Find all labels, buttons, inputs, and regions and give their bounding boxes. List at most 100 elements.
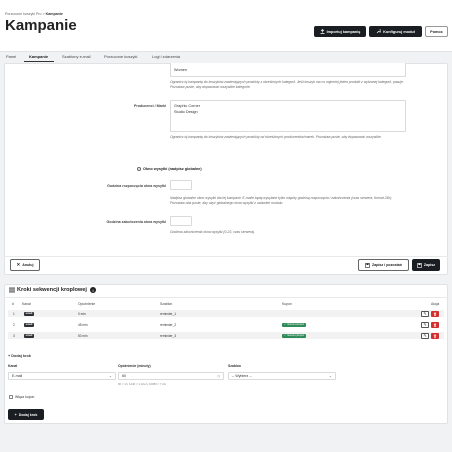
delay-hint: 60 = 1h, 1440 = 1 dzień, 10080 = 7 dni xyxy=(118,382,166,386)
enable-coupon-checkbox[interactable] xyxy=(9,395,13,399)
configure-module-button[interactable]: Konfiguruj moduł xyxy=(369,26,422,37)
enable-coupon-option[interactable]: Włącz kupon xyxy=(9,395,34,399)
channel-badge: email xyxy=(24,322,34,327)
chevron-down-icon: ⌄ xyxy=(328,374,332,378)
upload-icon xyxy=(320,29,325,34)
row-template: reminder_3 xyxy=(160,334,177,338)
table-row xyxy=(8,332,444,339)
clock-icon: ◷ xyxy=(217,374,220,378)
send-window-override-label: Okno wysyłki (nadpisz globalne) xyxy=(143,167,202,171)
pencil-icon: ✎ xyxy=(423,311,427,316)
channel-label: Kanał xyxy=(8,364,18,368)
breadcrumb-current: Kampanie xyxy=(45,12,63,16)
channel-select[interactable]: E-mail ⌄ xyxy=(8,372,116,380)
trash-icon xyxy=(433,333,437,338)
pencil-icon: ✎ xyxy=(423,322,427,327)
row-number: 3 xyxy=(13,334,15,338)
edit-step-button[interactable]: ✎ xyxy=(421,332,429,339)
categories-select[interactable]: Women xyxy=(170,63,406,77)
close-icon: ✕ xyxy=(16,262,21,267)
breadcrumb: Porzucone koszyki Pro > Kampanie xyxy=(5,12,63,16)
drip-sequence-card xyxy=(4,284,448,424)
breadcrumb-separator: > xyxy=(42,12,45,16)
save-and-stay-label: Zapisz i pozostań xyxy=(372,263,402,267)
categories-selected-item: Women xyxy=(174,68,188,72)
radio-button[interactable] xyxy=(137,167,141,171)
import-campaign-label: Importuj kampanię xyxy=(326,29,361,34)
start-hour-input[interactable] xyxy=(170,180,192,190)
coupon-badge-label: Generuj kupon xyxy=(287,323,305,326)
add-step-button[interactable]: + Dodaj krok xyxy=(8,409,44,420)
enable-coupon-label: Włącz kupon xyxy=(15,395,35,399)
end-hour-input[interactable] xyxy=(170,216,192,226)
cancel-label: Anuluj xyxy=(22,263,34,267)
drip-section-title: Kroki sekwencji kroplowej xyxy=(17,287,87,293)
save-and-stay-button[interactable]: Zapisz i pozostań xyxy=(358,259,409,271)
divider xyxy=(4,297,448,298)
tab-campaigns[interactable]: Kampanie xyxy=(29,54,48,59)
save-icon xyxy=(365,262,370,268)
end-hour-help-text: Godzina zakończenia okna wysyłki (0-23, … xyxy=(170,230,256,234)
column-header-number: # xyxy=(12,302,14,306)
edit-step-button[interactable]: ✎ xyxy=(421,321,429,328)
page-header: Porzucone koszyki Pro > Kampanie Kampani… xyxy=(0,0,452,52)
cancel-button[interactable]: ✕ Anuluj xyxy=(10,259,40,271)
help-button[interactable]: Pomoc xyxy=(425,26,448,37)
end-hour-label: Godzina zakończenia okna wysyłki xyxy=(106,220,166,224)
breadcrumb-parent-link[interactable]: Porzucone koszyki Pro xyxy=(5,12,42,16)
save-button[interactable]: Zapisz xyxy=(412,259,440,271)
campaign-form-card xyxy=(4,63,448,275)
row-template: reminder_1 xyxy=(160,312,177,316)
tab-abandoned-carts[interactable]: Porzucone koszyki xyxy=(104,54,137,59)
manufacturer-item: Studio Design xyxy=(174,110,198,114)
delete-step-button[interactable] xyxy=(431,321,439,328)
ticket-icon: ✓ xyxy=(284,323,287,326)
edit-step-button[interactable]: ✎ xyxy=(421,310,429,317)
coupon-badge: ✓ Generuj kupon xyxy=(282,322,307,327)
row-delay: 50 min xyxy=(78,334,88,338)
import-campaign-button[interactable]: Importuj kampanię xyxy=(314,26,366,37)
manufacturers-select[interactable]: Graphic Corner Studio Design xyxy=(170,100,406,132)
row-delay: 45 min xyxy=(78,323,88,327)
delay-label: Opóźnienie (minuty) xyxy=(118,364,151,368)
trash-icon xyxy=(433,311,437,316)
configure-module-label: Konfiguruj moduł xyxy=(383,29,415,34)
plus-icon: + xyxy=(14,412,17,417)
pencil-icon: ✎ xyxy=(423,333,427,338)
start-hour-help-text: Nadpisz globalne okno wysyłki dla tej ka… xyxy=(170,196,393,205)
delete-step-button[interactable] xyxy=(431,310,439,317)
active-tab-indicator xyxy=(24,61,54,62)
column-header-template: Szablon xyxy=(160,302,173,306)
chevron-down-icon: ⌄ xyxy=(108,374,112,378)
column-header-coupon: Kupon xyxy=(282,302,292,306)
add-step-heading: + Dodaj krok xyxy=(8,354,31,358)
channel-badge: email xyxy=(24,333,34,338)
help-label: Pomoc xyxy=(430,29,443,34)
manufacturers-label: Producenci / Marki xyxy=(134,104,166,108)
info-icon[interactable]: i xyxy=(90,287,96,293)
delete-step-button[interactable] xyxy=(431,332,439,339)
template-select-value: -- Wybierz -- xyxy=(232,374,252,378)
table-row xyxy=(8,310,444,317)
table-row xyxy=(8,321,444,328)
template-label: Szablon xyxy=(228,364,241,368)
add-step-label: Dodaj krok xyxy=(18,412,38,417)
column-header-action: Akcja xyxy=(431,302,440,306)
wrench-icon xyxy=(376,29,382,34)
template-select[interactable]: -- Wybierz -- ⌄ xyxy=(228,372,336,380)
coupon-badge-label: Generuj kupon xyxy=(287,334,305,337)
delay-input[interactable]: 60 ◷ xyxy=(118,372,224,380)
delay-input-value: 60 xyxy=(122,374,126,378)
save-icon xyxy=(417,262,422,268)
channel-select-value: E-mail xyxy=(12,374,23,378)
tab-email-templates[interactable]: Szablony e-mail xyxy=(62,54,90,59)
manufacturers-help-text: Ogranicz tę kampanię do koszyków zawiera… xyxy=(170,135,382,139)
start-hour-label: Godzina rozpoczęcia okna wysyłki xyxy=(107,184,166,188)
plus-icon: + xyxy=(8,354,11,358)
tab-logs-events[interactable]: Logi i zdarzenia xyxy=(152,54,180,59)
row-delay: 0 min xyxy=(78,312,86,316)
tab-panel[interactable]: Panel xyxy=(6,54,16,59)
trash-icon xyxy=(433,322,437,327)
send-window-override-option[interactable]: Okno wysyłki (nadpisz globalne) xyxy=(137,167,202,171)
categories-help-text: Ogranicz tę kampanię do koszyków zawiera… xyxy=(170,80,404,89)
